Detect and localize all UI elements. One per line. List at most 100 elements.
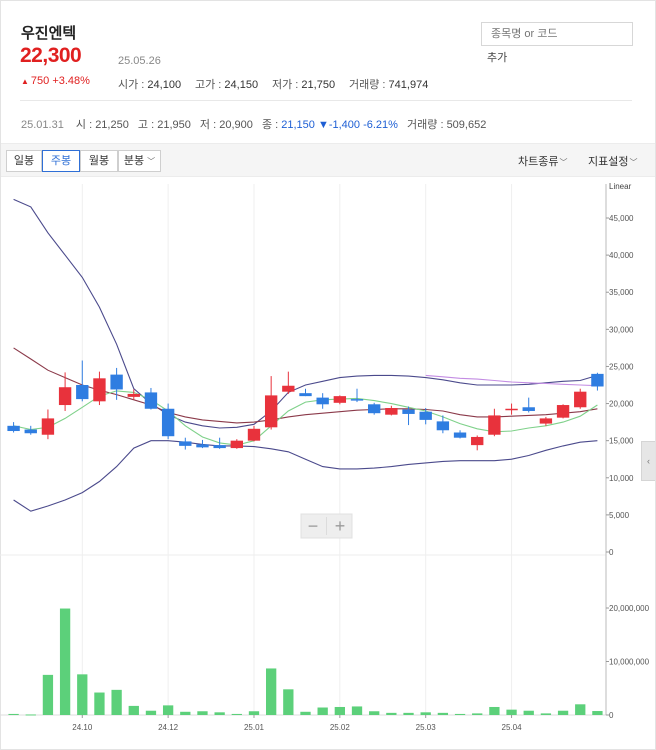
indicator-label: 지표설정 — [588, 156, 629, 168]
volume-stat: 거래량 : 741,974 — [349, 79, 429, 91]
candle-body — [282, 385, 295, 392]
x-tick-label: 25.04 — [502, 723, 523, 732]
volume-tick-label: 10,000,000 — [609, 658, 650, 667]
stock-chart[interactable]: Linear 0 5,000 10,000 15,000 20,000 25,000 30,0… — [0, 178, 656, 738]
volume-bar — [489, 706, 500, 715]
candles — [7, 360, 604, 451]
prev-open-label: 시 — [75, 119, 87, 131]
candle-body — [161, 408, 175, 437]
candle-body — [385, 408, 398, 415]
chart-toolbar: 일봉 주봉 월봉 분봉 ﹀ 차트종류﹀ 지표설정﹀ — [1, 143, 655, 177]
prev-high-value: 21,950 — [157, 119, 191, 131]
price-change: ▲ 750 +3.48% — [21, 75, 90, 87]
volume-bar — [128, 705, 139, 715]
volume-bar — [231, 713, 242, 715]
candle-body — [471, 436, 484, 446]
prev-close-label: 종 — [261, 119, 273, 131]
axes: Linear 0 5,000 10,000 15,000 20,000 25,000 30,0… — [72, 182, 649, 732]
down-arrow-icon: ▼ — [317, 119, 329, 131]
tab-daily[interactable]: 일봉 — [6, 150, 42, 172]
side-panel-toggle[interactable]: ‹ — [641, 441, 655, 481]
volume-label: 거래량 — [349, 79, 380, 91]
candle-body — [58, 387, 72, 406]
candle-body — [574, 391, 587, 408]
candle-body — [453, 432, 467, 438]
price-tick-label: 35,000 — [609, 288, 634, 297]
zoom-in-button[interactable]: + — [335, 516, 346, 536]
volume-bar — [420, 712, 431, 715]
price-tick-label: 0 — [609, 548, 614, 557]
stock-search-input[interactable] — [481, 22, 633, 46]
volume-bar — [386, 712, 397, 715]
volume-bar — [592, 711, 603, 715]
volume-bar — [180, 711, 191, 715]
low-label: 저가 — [272, 79, 293, 91]
volume-bars — [8, 608, 603, 716]
candle-body — [230, 440, 243, 449]
x-tick-label: 24.12 — [158, 723, 179, 732]
low-stat: 저가 : 21,750 — [272, 79, 336, 91]
bollinger-lower-line — [13, 440, 598, 512]
up-arrow-icon: ▲ — [21, 77, 29, 86]
volume-bar — [403, 712, 414, 715]
prev-close-value: 21,150 — [281, 119, 315, 131]
tab-minute[interactable]: 분봉 ﹀ — [118, 150, 161, 172]
candle-body — [591, 373, 604, 387]
open-label: 시가 — [118, 79, 139, 91]
volume-bar — [59, 608, 71, 715]
zoom-out-button[interactable]: − — [308, 516, 319, 536]
previous-quote: 25.01.31 시 : 21,250 고 : 21,950 저 : 20,90… — [21, 119, 487, 131]
candle-body — [522, 407, 535, 411]
tab-monthly[interactable]: 월봉 — [80, 150, 118, 172]
previous-date: 25.01.31 — [21, 119, 64, 131]
volume-bar — [214, 712, 225, 715]
high-value: 24,150 — [224, 79, 259, 91]
change-value: 750 +3.48% — [30, 75, 90, 87]
scale-label: Linear — [609, 182, 632, 191]
add-button[interactable]: 추가 — [487, 49, 507, 65]
volume-bar — [77, 674, 88, 715]
volume-bar — [506, 709, 517, 715]
volume-tick-label: 0 — [609, 711, 614, 720]
volume-bar — [248, 711, 260, 715]
candle-body — [127, 393, 140, 397]
volume-bar — [94, 692, 105, 715]
candle-body — [350, 399, 364, 401]
indicator-settings-dropdown[interactable]: 지표설정﹀ — [588, 153, 637, 169]
chart-type-dropdown[interactable]: 차트종류﹀ — [518, 153, 567, 169]
price-tick-label: 30,000 — [609, 325, 634, 334]
chart-type-label: 차트종류 — [518, 156, 559, 168]
tab-minute-label: 분봉 — [123, 155, 145, 167]
volume-bar — [437, 712, 449, 715]
candle-body — [144, 392, 158, 409]
candle-body — [264, 395, 278, 428]
candle-body — [505, 408, 518, 411]
high-label: 고가 — [195, 79, 216, 91]
x-tick-label: 25.02 — [330, 723, 351, 732]
prev-change-value: -1,400 -6.21% — [328, 119, 398, 131]
prev-volume-label: 거래량 — [407, 119, 438, 131]
zoom-control[interactable]: − + — [300, 513, 353, 539]
price-tick-label: 25,000 — [609, 362, 634, 371]
volume-bar — [540, 713, 552, 715]
candle-body — [93, 378, 106, 402]
volume-tick-label: 20,000,000 — [609, 604, 650, 613]
tab-weekly[interactable]: 주봉 — [42, 150, 80, 172]
prev-low-value: 20,900 — [219, 119, 253, 131]
volume-bar — [197, 711, 208, 715]
volume-bar — [42, 674, 54, 715]
candle-body — [247, 428, 261, 441]
candle-body — [488, 415, 501, 435]
candle-body — [556, 405, 570, 418]
candle-body — [196, 444, 209, 448]
candle-body — [7, 425, 20, 432]
volume-bar — [145, 710, 157, 715]
volume-bar — [351, 706, 363, 715]
chevron-down-icon: ﹀ — [559, 158, 568, 167]
volume-bar — [575, 704, 586, 715]
chevron-down-icon: ﹀ — [147, 157, 156, 166]
candle-body — [76, 385, 89, 400]
stock-name[interactable]: 우진엔텍 — [21, 22, 76, 43]
x-tick-label: 25.01 — [244, 723, 265, 732]
volume-bar — [557, 710, 569, 715]
